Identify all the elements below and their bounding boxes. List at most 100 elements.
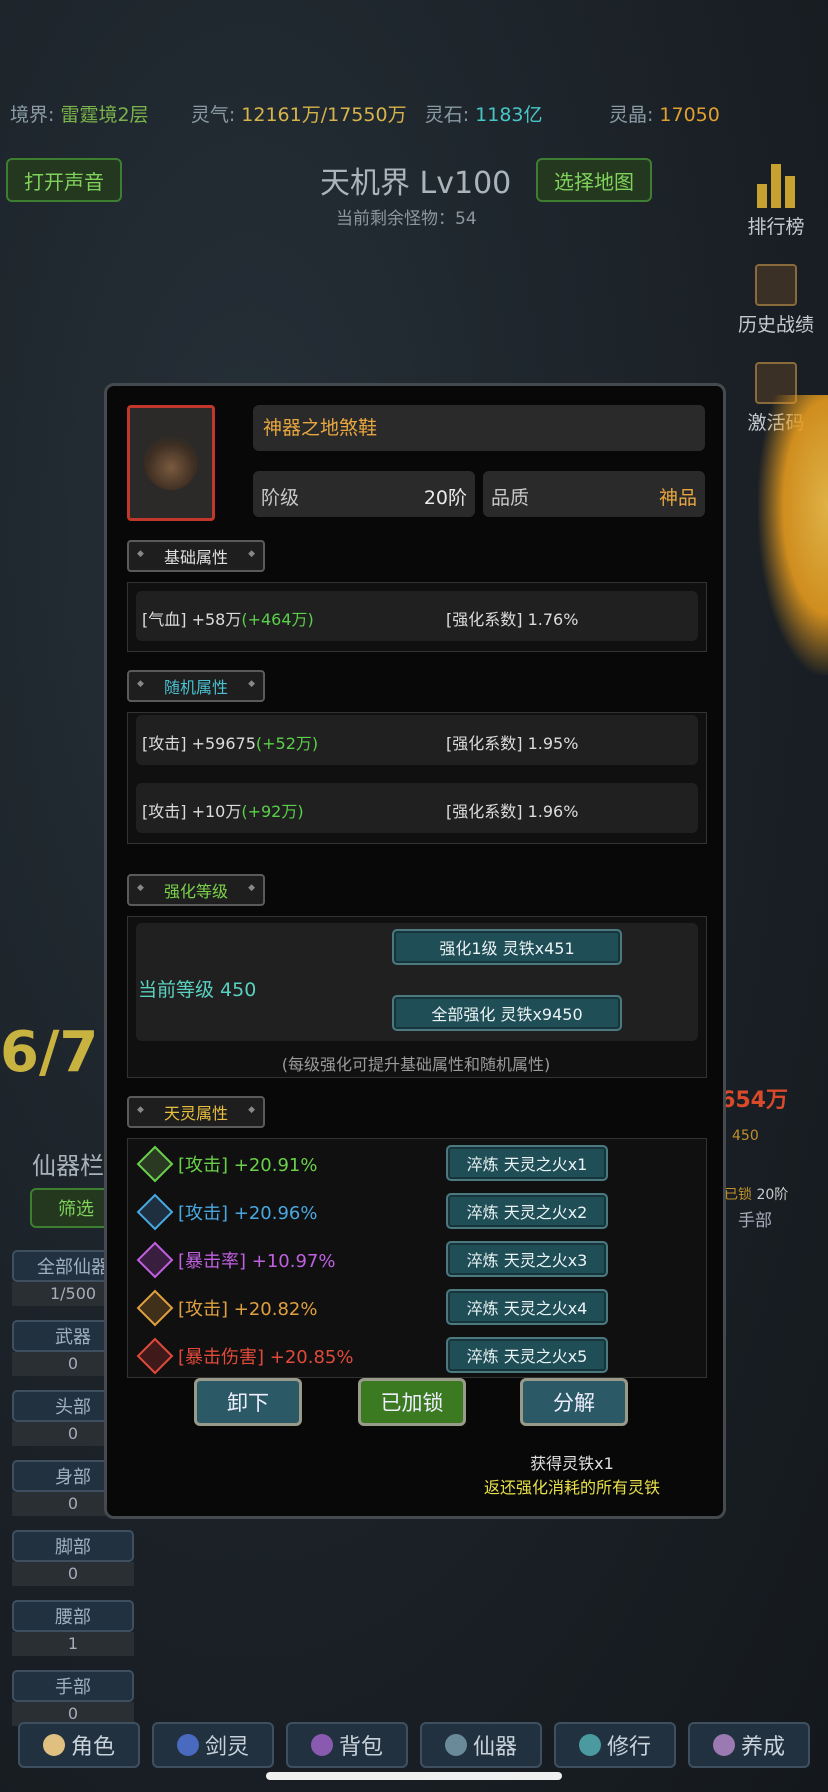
spirit-attr-text: [暴击伤害] +20.85% (178, 1347, 354, 1368)
category-count: 0 (12, 1562, 134, 1586)
base-attr-header: 基础属性 (127, 540, 265, 572)
spirit-attr-row: [暴击率] +10.97% 淬炼 天灵之火x3 (136, 1241, 702, 1279)
nav-cultivate[interactable]: 修行 (554, 1722, 676, 1768)
category-label: 腰部 (12, 1600, 134, 1632)
qi-value: 12161万/17550万 (241, 104, 407, 126)
random-attr-bonus: (+92万) (241, 802, 304, 821)
base-attr-text: [气血] +58万 (142, 610, 242, 629)
decompose-button[interactable]: 分解 (520, 1378, 628, 1426)
base-attr-row: [气血] +58万(+464万) [强化系数] 1.76% (136, 591, 698, 641)
ranking-button[interactable]: 排行榜 (728, 160, 824, 239)
orange-gem-icon (136, 1289, 174, 1327)
category-hand[interactable]: 手部 0 (12, 1670, 134, 1726)
unequip-button[interactable]: 卸下 (194, 1378, 302, 1426)
quench-button-5[interactable]: 淬炼 天灵之火x5 (446, 1337, 608, 1373)
artifact-tab-label: 仙器栏 (32, 1152, 104, 1180)
right-slot-rank: 20阶 (756, 1187, 789, 1203)
map-title: 天机界 Lv100 (320, 166, 512, 201)
remaining-monsters: 当前剩余怪物：54 (336, 209, 477, 229)
ranking-label: 排行榜 (747, 216, 805, 238)
blue-gem-icon (136, 1193, 174, 1231)
category-feet[interactable]: 脚部 0 (12, 1530, 134, 1586)
enhance-row: 当前等级 450 强化1级 灵铁x451 全部强化 灵铁x9450 (136, 923, 698, 1041)
nav-develop[interactable]: 养成 (688, 1722, 810, 1768)
rank-value: 20阶 (423, 487, 467, 509)
boot-icon (144, 434, 198, 490)
crystal-label: 灵晶: (608, 104, 654, 126)
history-label: 历史战绩 (737, 314, 814, 336)
mountain-icon (578, 1734, 601, 1756)
item-icon-slot (127, 405, 215, 521)
quench-button-2[interactable]: 淬炼 天灵之火x2 (446, 1193, 608, 1229)
spirit-attr-box: [攻击] +20.91% 淬炼 天灵之火x1 [攻击] +20.96% 淬炼 天… (127, 1138, 707, 1378)
ranking-icon (728, 160, 824, 208)
rank-field: 阶级 20阶 (253, 471, 475, 517)
quench-button-4[interactable]: 淬炼 天灵之火x4 (446, 1289, 608, 1325)
spirit-attr-text: [攻击] +20.96% (178, 1203, 318, 1224)
stone-label: 灵石: (424, 104, 470, 126)
random-attr-coef: [强化系数] 1.96% (446, 802, 579, 821)
quench-button-1[interactable]: 淬炼 天灵之火x1 (446, 1145, 608, 1181)
book-icon (755, 264, 797, 306)
spirit-attr-text: [暴击率] +10.97% (178, 1251, 336, 1272)
base-attr-box: [气血] +58万(+464万) [强化系数] 1.76% (127, 582, 707, 652)
current-level: 当前等级 450 (138, 979, 257, 1001)
enhance-one-button[interactable]: 强化1级 灵铁x451 (392, 929, 622, 965)
nav-label: 修行 (606, 1735, 651, 1760)
nav-sword-spirit[interactable]: 剑灵 (152, 1722, 274, 1768)
character-icon (42, 1734, 65, 1756)
crystal-value: 17050 (659, 104, 720, 126)
nav-artifact[interactable]: 仙器 (420, 1722, 542, 1768)
spirit-attr-header: 天灵属性 (127, 1096, 265, 1128)
nav-character[interactable]: 角色 (18, 1722, 140, 1768)
stone-value: 1183亿 (475, 104, 543, 126)
random-attr-header: 随机属性 (127, 670, 265, 702)
quality-label: 品质 (491, 487, 530, 509)
random-attr-box: [攻击] +59675(+52万) [强化系数] 1.95% [攻击] +10万… (127, 712, 707, 844)
nav-bag[interactable]: 背包 (286, 1722, 408, 1768)
item-detail-modal: 神器之地煞鞋 阶级 20阶 品质 神品 基础属性 [气血] +58万(+464万… (104, 383, 726, 1519)
damage-number: 654万 (720, 1088, 788, 1113)
right-slot[interactable]: 450 已锁 20阶 手部 (724, 1128, 792, 1231)
right-slot-locked: 已锁 (724, 1187, 752, 1203)
right-slot-name: 手部 (738, 1211, 772, 1231)
category-waist[interactable]: 腰部 1 (12, 1600, 134, 1656)
temple-icon (712, 1734, 735, 1756)
right-slot-level: 450 (732, 1128, 759, 1144)
enhance-all-button[interactable]: 全部强化 灵铁x9450 (392, 995, 622, 1031)
quality-value: 神品 (658, 487, 697, 509)
category-label: 脚部 (12, 1530, 134, 1562)
red-gem-icon (136, 1337, 174, 1375)
status-bar: 境界: 雷霆境2层 灵气: 12161万/17550万 灵石: 1183亿 灵晶… (10, 100, 720, 127)
base-attr-coef: [强化系数] 1.76% (446, 610, 579, 629)
lock-button[interactable]: 已加锁 (358, 1378, 466, 1426)
sound-toggle-button[interactable]: 打开声音 (6, 158, 122, 202)
decompose-gain-note: 获得灵铁x1 (530, 1454, 614, 1473)
bottom-nav: 角色 剑灵 背包 仙器 修行 养成 (0, 1722, 828, 1772)
background-counter: 6/7 (0, 1020, 99, 1085)
purple-gem-icon (136, 1241, 174, 1279)
nav-label: 仙器 (472, 1735, 517, 1760)
spirit-attr-text: [攻击] +20.82% (178, 1299, 318, 1320)
enhance-note: (每级强化可提升基础属性和随机属性) (281, 1055, 551, 1074)
spirit-attr-row: [攻击] +20.91% 淬炼 天灵之火x1 (136, 1145, 702, 1183)
explosion-effect (758, 395, 828, 675)
item-name: 神器之地煞鞋 (253, 405, 705, 451)
random-attr-text: [攻击] +59675 (142, 734, 256, 753)
nav-label: 背包 (338, 1735, 383, 1760)
select-map-button[interactable]: 选择地图 (536, 158, 652, 202)
category-label: 手部 (12, 1670, 134, 1702)
history-button[interactable]: 历史战绩 (728, 264, 824, 337)
home-indicator[interactable] (266, 1772, 562, 1780)
random-attr-bonus: (+52万) (255, 734, 319, 753)
rank-label: 阶级 (261, 487, 300, 509)
spirit-attr-row: [攻击] +20.96% 淬炼 天灵之火x2 (136, 1193, 702, 1231)
spirit-attr-row: [暴击伤害] +20.85% 淬炼 天灵之火x5 (136, 1337, 702, 1375)
realm-label: 境界: (10, 104, 55, 126)
random-attr-row: [攻击] +59675(+52万) [强化系数] 1.95% (136, 715, 698, 765)
qi-label: 灵气: (190, 104, 236, 126)
bag-icon (310, 1734, 333, 1756)
quench-button-3[interactable]: 淬炼 天灵之火x3 (446, 1241, 608, 1277)
green-gem-icon (136, 1145, 174, 1183)
random-attr-coef: [强化系数] 1.95% (446, 734, 579, 753)
